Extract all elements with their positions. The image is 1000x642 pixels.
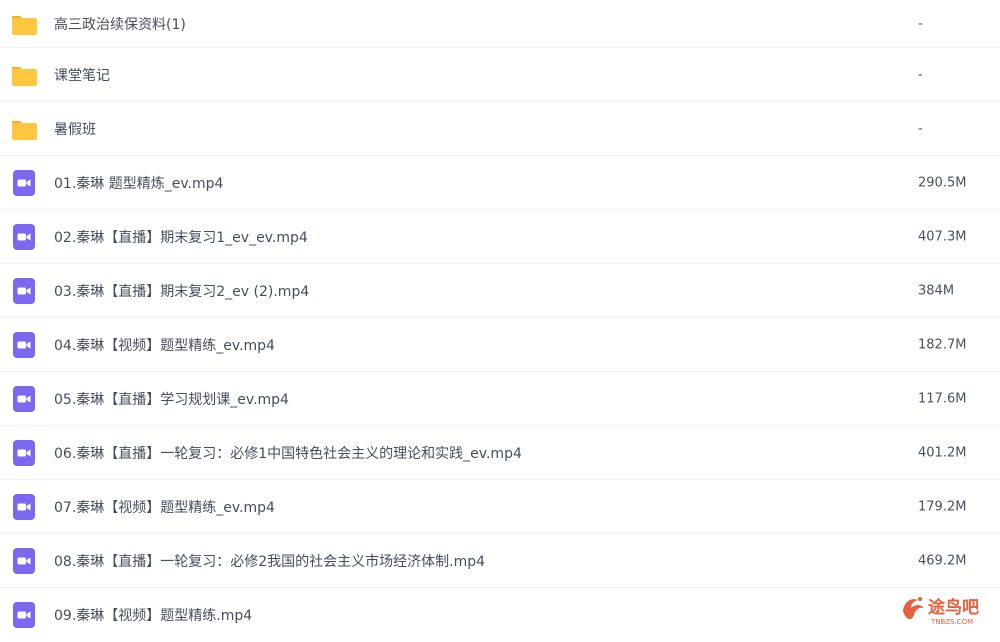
video-file-icon xyxy=(10,601,38,629)
list-item[interactable]: 07.秦琳【视频】题型精练_ev.mp4 179.2M xyxy=(0,480,1000,534)
file-name: 05.秦琳【直播】学习规划课_ev.mp4 xyxy=(54,391,289,408)
file-size: 469.2M xyxy=(918,553,967,568)
file-name: 09.秦琳【视频】题型精练.mp4 xyxy=(54,608,253,624)
file-size: - xyxy=(918,67,923,82)
list-item[interactable]: 02.秦琳【直播】期末复习1_ev_ev.mp4 407.3M xyxy=(0,210,1000,264)
video-file-icon xyxy=(10,169,38,197)
file-name: 高三政治续保资料(1) xyxy=(54,16,186,33)
watermark-subtitle: TNBZS.COM xyxy=(930,618,973,626)
list-item[interactable]: 04.秦琳【视频】题型精练_ev.mp4 182.7M xyxy=(0,318,1000,372)
list-item[interactable]: 05.秦琳【直播】学习规划课_ev.mp4 117.6M xyxy=(0,372,1000,426)
file-size: 407.3M xyxy=(918,229,967,244)
file-name: 03.秦琳【直播】期末复习2_ev (2).mp4 xyxy=(54,283,310,300)
bird-logo-icon xyxy=(903,597,924,620)
folder-icon xyxy=(10,61,38,89)
video-file-icon xyxy=(10,223,38,251)
file-size: - xyxy=(918,121,923,136)
video-file-icon xyxy=(10,331,38,359)
folder-icon xyxy=(10,10,38,38)
watermark: 途鸟吧 TNBZS.COM xyxy=(900,591,992,627)
file-size: 384M xyxy=(918,283,955,298)
video-file-icon xyxy=(10,385,38,413)
file-size: 290.5M xyxy=(918,175,967,190)
list-item[interactable]: 高三政治续保资料(1) - xyxy=(0,0,1000,48)
file-name: 07.秦琳【视频】题型精练_ev.mp4 xyxy=(54,499,275,516)
file-name: 暑假班 xyxy=(54,121,96,138)
video-file-icon xyxy=(10,493,38,521)
file-size: 117.6M xyxy=(918,391,967,406)
file-size: - xyxy=(918,16,923,31)
list-item[interactable]: 08.秦琳【直播】一轮复习：必修2我国的社会主义市场经济体制.mp4 469.2… xyxy=(0,534,1000,588)
file-name: 08.秦琳【直播】一轮复习：必修2我国的社会主义市场经济体制.mp4 xyxy=(54,553,486,570)
video-file-icon xyxy=(10,439,38,467)
file-name: 04.秦琳【视频】题型精练_ev.mp4 xyxy=(54,337,275,354)
file-size: 179.2M xyxy=(918,499,967,514)
folder-icon xyxy=(10,115,38,143)
list-item[interactable]: 课堂笔记 - xyxy=(0,48,1000,102)
list-item[interactable]: 暑假班 - xyxy=(0,102,1000,156)
file-size: 401.2M xyxy=(918,445,967,460)
file-name: 02.秦琳【直播】期末复习1_ev_ev.mp4 xyxy=(54,229,308,246)
video-file-icon xyxy=(10,547,38,575)
video-file-icon xyxy=(10,277,38,305)
file-size: 182.7M xyxy=(918,337,967,352)
file-name: 01.秦琳 题型精炼_ev.mp4 xyxy=(54,175,224,192)
list-item[interactable]: 09.秦琳【视频】题型精练.mp4 xyxy=(0,588,1000,642)
file-name: 课堂笔记 xyxy=(54,67,110,84)
list-item[interactable]: 01.秦琳 题型精炼_ev.mp4 290.5M xyxy=(0,156,1000,210)
file-list: 高三政治续保资料(1) - 课堂笔记 - 暑假班 - 01.秦琳 题型精炼_ev… xyxy=(0,0,1000,642)
watermark-title: 途鸟吧 xyxy=(928,597,979,618)
file-name: 06.秦琳【直播】一轮复习：必修1中国特色社会主义的理论和实践_ev.mp4 xyxy=(54,445,522,462)
list-item[interactable]: 03.秦琳【直播】期末复习2_ev (2).mp4 384M xyxy=(0,264,1000,318)
list-item[interactable]: 06.秦琳【直播】一轮复习：必修1中国特色社会主义的理论和实践_ev.mp4 4… xyxy=(0,426,1000,480)
